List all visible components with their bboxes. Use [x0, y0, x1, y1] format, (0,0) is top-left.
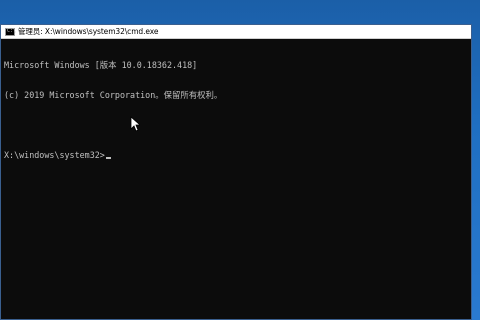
console-prompt: X:\windows\system32> [4, 150, 105, 160]
console-prompt-line[interactable]: X:\windows\system32> [4, 150, 469, 160]
cmd-window[interactable]: C:\ 管理员: X:\windows\system32\cmd.exe Mic… [0, 24, 472, 320]
window-title: 管理员: X:\windows\system32\cmd.exe [18, 27, 159, 36]
desktop: C:\ 管理员: X:\windows\system32\cmd.exe Mic… [0, 0, 480, 320]
text-cursor [105, 157, 111, 159]
title-bar[interactable]: C:\ 管理员: X:\windows\system32\cmd.exe [1, 25, 471, 39]
mouse-pointer-icon [130, 116, 140, 132]
console-line-version: Microsoft Windows [版本 10.0.18362.418] [4, 60, 198, 70]
console-output[interactable]: Microsoft Windows [版本 10.0.18362.418] (c… [1, 39, 471, 180]
console-line-copyright: (c) 2019 Microsoft Corporation。保留所有权利。 [4, 90, 223, 100]
cmd-icon: C:\ [5, 27, 17, 36]
cmd-icon-text: C:\ [7, 28, 17, 34]
